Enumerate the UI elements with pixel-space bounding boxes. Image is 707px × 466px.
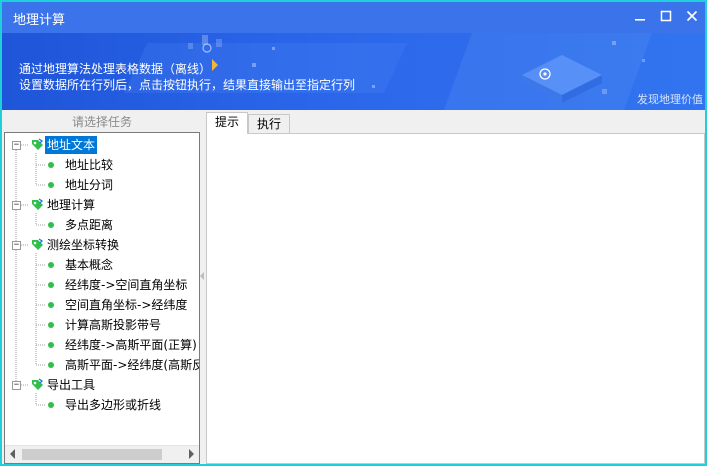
scrollbar-thumb[interactable] (22, 449, 162, 460)
scroll-right-icon[interactable] (189, 449, 194, 459)
horizontal-scrollbar[interactable] (5, 445, 199, 463)
close-icon (686, 10, 698, 22)
tree-item[interactable]: 导出多边形或折线 (48, 396, 163, 414)
tree-item-label: 经纬度->高斯平面(正算) (65, 338, 197, 352)
tree-group-2[interactable]: 测绘坐标转换 (29, 236, 121, 254)
bullet-dot-icon (48, 261, 54, 268)
window-title: 地理计算 (13, 13, 66, 28)
task-panel-header: 请选择任务 (71, 115, 132, 129)
tree-item[interactable]: 基本概念 (48, 256, 115, 274)
close-button[interactable] (685, 8, 699, 24)
bullet-dot-icon (48, 301, 54, 308)
tag-icon (32, 137, 44, 150)
scroll-left-icon[interactable] (10, 449, 15, 459)
tree-group-label: 测绘坐标转换 (47, 238, 120, 252)
banner-slogan: 发现地理价值 (637, 93, 703, 106)
tree-item-label: 地址比较 (65, 158, 114, 172)
tab-strip: 提示 执行 (206, 112, 291, 134)
tree-item[interactable]: 经纬度->高斯平面(正算) (48, 336, 199, 354)
title-bar[interactable]: 地理计算 (2, 2, 705, 33)
banner-description-line1: 通过地理算法处理表格数据（离线） (19, 62, 212, 76)
tree-item-label: 导出多边形或折线 (65, 398, 162, 412)
bullet-dot-icon (48, 281, 54, 288)
bullet-dot-icon (48, 321, 54, 328)
bullet-dot-icon (48, 181, 54, 188)
maximize-button[interactable] (659, 8, 673, 24)
tag-icon (32, 197, 44, 210)
tree-expander-icon[interactable]: − (12, 381, 21, 390)
tree-item[interactable]: 空间直角坐标->经纬度 (48, 296, 189, 314)
bullet-dot-icon (48, 401, 54, 408)
tree-expander-icon[interactable]: − (12, 141, 21, 150)
task-panel: 请选择任务 − 地址文本地址比较地址分词 − 地理计算多点距离 − 测绘坐标转换基本概念经… (4, 112, 200, 464)
tree-item[interactable]: 地址分词 (48, 176, 115, 194)
tab-content-area (206, 133, 705, 464)
tree-item-label: 高斯平面->经纬度(高斯反 (65, 358, 200, 372)
bullet-dot-icon (48, 161, 54, 168)
tree-item-label: 计算高斯投影带号 (65, 318, 162, 332)
banner: 通过地理算法处理表格数据（离线） 设置数据所在行列后，点击按钮执行，结果直接输出… (2, 33, 705, 110)
bullet-dot-icon (48, 341, 54, 348)
minimize-icon (635, 19, 645, 21)
tree-group-label: 地址文本 (45, 136, 98, 154)
tree-item[interactable]: 多点距离 (48, 216, 115, 234)
splitter-grip-icon[interactable] (200, 272, 204, 280)
tree-expander-icon[interactable]: − (12, 241, 21, 250)
tree-group-1[interactable]: 地理计算 (29, 196, 97, 214)
banner-description-line2: 设置数据所在行列后，点击按钮执行，结果直接输出至指定行列 (19, 78, 356, 92)
tree-group-label: 地理计算 (47, 198, 96, 212)
bullet-dot-icon (48, 361, 54, 368)
task-tree[interactable]: − 地址文本地址比较地址分词 − 地理计算多点距离 − 测绘坐标转换基本概念经纬度->空间… (4, 132, 200, 464)
tag-icon (32, 377, 44, 390)
tree-group-label: 导出工具 (47, 378, 96, 392)
tree-item-label: 空间直角坐标->经纬度 (65, 298, 188, 312)
maximize-icon (660, 10, 672, 22)
tag-icon (32, 237, 44, 250)
tree-group-3[interactable]: 导出工具 (29, 376, 97, 394)
tree-item-label: 基本概念 (65, 258, 114, 272)
tree-expander-icon[interactable]: − (12, 201, 21, 210)
tree-item-label: 经纬度->空间直角坐标 (65, 278, 188, 292)
tree-item[interactable]: 计算高斯投影带号 (48, 316, 163, 334)
tab-0[interactable]: 提示 (206, 112, 249, 134)
tree-item[interactable]: 地址比较 (48, 156, 115, 174)
tree-item-label: 多点距离 (65, 218, 114, 232)
minimize-button[interactable] (633, 8, 647, 24)
tree-item[interactable]: 经纬度->空间直角坐标 (48, 276, 189, 294)
tree-item-label: 地址分词 (65, 178, 114, 192)
tab-1[interactable]: 执行 (248, 114, 291, 134)
tree-group-0[interactable]: 地址文本 (29, 136, 98, 154)
bullet-dot-icon (48, 221, 54, 228)
panel-splitter[interactable] (200, 112, 205, 464)
app-window: 地理计算 通过地理算法处理表格数据（离线） 设置数据所在行列后，点击按钮执行，结… (0, 0, 707, 466)
tree-item[interactable]: 高斯平面->经纬度(高斯反 (48, 356, 200, 374)
content-panel: 提示 执行 (206, 112, 705, 464)
